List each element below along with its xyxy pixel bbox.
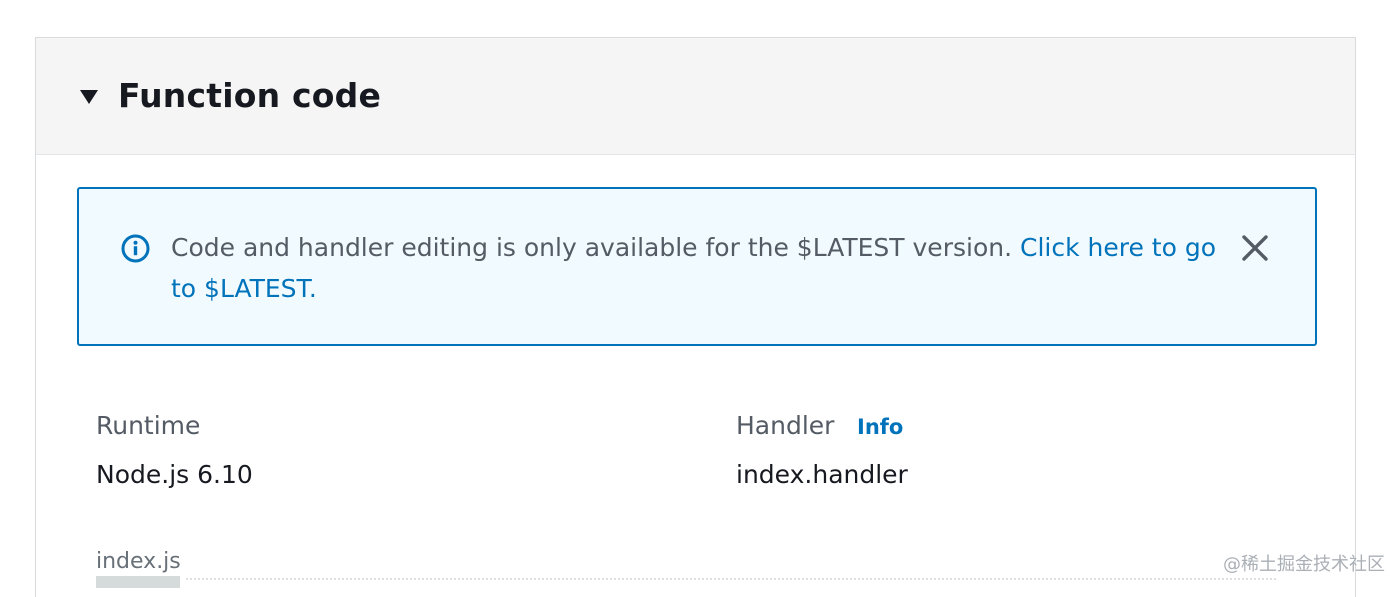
panel-header[interactable]: Function code <box>36 38 1355 155</box>
watermark: @稀土掘金技术社区 <box>1223 550 1385 576</box>
caret-down-icon[interactable] <box>80 90 98 104</box>
panel-title: Function code <box>118 76 381 115</box>
go-to-latest-link-line1[interactable]: Click here to go <box>1020 233 1216 262</box>
close-icon[interactable] <box>1239 232 1271 264</box>
info-alert: Code and handler editing is only availab… <box>77 187 1317 346</box>
handler-value: index.handler <box>736 460 908 489</box>
file-tab-index-js[interactable]: index.js <box>96 549 181 574</box>
alert-message-text: Code and handler editing is only availab… <box>171 233 1012 262</box>
handler-label: Handler <box>736 411 834 440</box>
go-to-latest-link-line2[interactable]: to $LATEST. <box>171 274 317 303</box>
handler-info-link[interactable]: Info <box>857 415 903 439</box>
code-editor-edge <box>186 578 1276 588</box>
runtime-label: Runtime <box>96 411 200 440</box>
info-circle-icon <box>121 234 150 263</box>
active-tab-indicator <box>96 576 180 588</box>
runtime-value: Node.js 6.10 <box>96 460 253 489</box>
function-code-panel: Function code Code and handler editing i… <box>35 37 1356 597</box>
alert-message: Code and handler editing is only availab… <box>171 227 1241 309</box>
